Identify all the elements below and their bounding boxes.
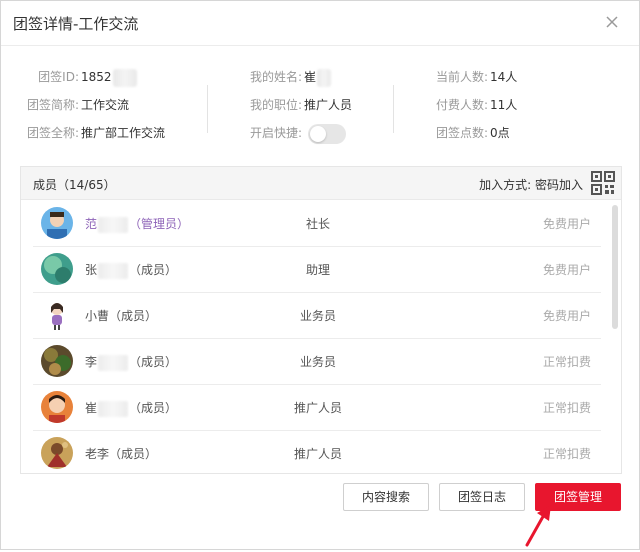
my-name-value: 崔 bbox=[304, 70, 317, 84]
redacted-blur bbox=[98, 216, 129, 233]
info-column-stats: 当前人数: 14人 付费人数: 11人 团签点数: 0点 bbox=[430, 63, 517, 147]
member-status: 免费用户 bbox=[542, 217, 591, 231]
member-name-prefix: 李 bbox=[85, 355, 98, 369]
content-search-button[interactable]: 内容搜索 bbox=[343, 483, 429, 511]
member-role: 社长 bbox=[305, 217, 330, 231]
member-row[interactable]: 范 （管理员） 社长 免费用户 bbox=[33, 200, 601, 247]
member-role: 推广人员 bbox=[293, 447, 342, 461]
redacted-blur bbox=[112, 68, 137, 87]
avatar bbox=[41, 437, 73, 469]
team-info: 团签ID: 1852 团签简称: 工作交流 团签全称: 推广部工作交流 我的姓名: 崔 … bbox=[1, 63, 639, 153]
team-short-name-value: 工作交流 bbox=[81, 98, 130, 112]
avatar bbox=[41, 207, 73, 239]
member-status: 正常扣费 bbox=[542, 355, 591, 369]
dialog-titlebar: 团签详情-工作交流 bbox=[1, 1, 639, 46]
team-points-value: 0点 bbox=[490, 126, 510, 140]
member-status: 正常扣费 bbox=[542, 401, 591, 415]
my-position-value: 推广人员 bbox=[304, 98, 353, 112]
close-icon[interactable] bbox=[603, 13, 621, 31]
info-column-team: 团签ID: 1852 团签简称: 工作交流 团签全称: 推广部工作交流 bbox=[1, 63, 165, 147]
member-row[interactable]: 李 （成员） 业务员 正常扣费 bbox=[33, 338, 601, 385]
member-status: 免费用户 bbox=[542, 309, 591, 323]
team-short-name-label: 团签简称: bbox=[26, 98, 79, 112]
member-role: 业务员 bbox=[299, 355, 336, 369]
toggle-knob bbox=[310, 125, 326, 142]
avatar bbox=[41, 253, 73, 285]
member-count: 成员（14/65） bbox=[33, 178, 116, 192]
member-status: 免费用户 bbox=[542, 263, 591, 277]
my-name-label: 我的姓名: bbox=[249, 70, 302, 84]
member-name: 老李（成员） bbox=[85, 445, 157, 462]
member-name-prefix: 小曹 bbox=[85, 309, 110, 323]
scrollbar[interactable] bbox=[612, 205, 618, 329]
join-method: 加入方式: 密码加入 bbox=[479, 178, 583, 192]
team-full-name-label: 团签全称: bbox=[26, 126, 79, 140]
member-tag: （管理员） bbox=[129, 217, 190, 231]
member-name-prefix: 张 bbox=[85, 263, 98, 277]
divider bbox=[393, 85, 394, 133]
member-row[interactable]: 张 （成员） 助理 免费用户 bbox=[33, 246, 601, 293]
members-panel: 成员（14/65） 加入方式: 密码加入 范 （管理员） 社长 免费用户 张 （… bbox=[20, 166, 622, 474]
member-name: 李 （成员） bbox=[85, 353, 177, 371]
member-tag: （成员） bbox=[109, 309, 158, 323]
member-row[interactable]: 小曹（成员） 业务员 免费用户 bbox=[33, 292, 601, 339]
divider bbox=[207, 85, 208, 133]
team-log-button[interactable]: 团签日志 bbox=[439, 483, 525, 511]
member-tag: （成员） bbox=[129, 263, 178, 277]
member-role: 助理 bbox=[305, 263, 330, 277]
redacted-blur bbox=[98, 354, 129, 371]
member-name: 崔 （成员） bbox=[85, 399, 177, 417]
member-name-prefix: 范 bbox=[85, 217, 98, 231]
member-status: 正常扣费 bbox=[542, 447, 591, 461]
team-full-name-value: 推广部工作交流 bbox=[81, 126, 166, 140]
member-tag: （成员） bbox=[129, 401, 178, 415]
team-id-value: 1852 bbox=[81, 70, 112, 84]
member-name-prefix: 崔 bbox=[85, 401, 98, 415]
current-count-value: 14人 bbox=[490, 70, 518, 84]
team-detail-dialog: 团签详情-工作交流 团签ID: 1852 团签简称: 工作交流 团签全称: 推广部工作… bbox=[0, 0, 640, 550]
team-id-label: 团签ID: bbox=[38, 70, 79, 84]
redacted-blur bbox=[98, 262, 129, 279]
avatar bbox=[41, 299, 73, 331]
avatar bbox=[41, 345, 73, 377]
red-arrow-icon bbox=[521, 501, 561, 549]
current-count-label: 当前人数: bbox=[435, 70, 488, 84]
member-tag: （成员） bbox=[129, 355, 178, 369]
member-row[interactable]: 老李（成员） 推广人员 正常扣费 bbox=[33, 430, 601, 473]
my-position-label: 我的职位: bbox=[249, 98, 302, 112]
members-header: 成员（14/65） 加入方式: 密码加入 bbox=[21, 167, 621, 200]
member-name: 张 （成员） bbox=[85, 261, 177, 279]
member-name: 范 （管理员） bbox=[85, 215, 189, 233]
info-column-me: 我的姓名: 崔 我的职位: 推广人员 开启快捷: bbox=[244, 63, 352, 147]
member-tag: （成员） bbox=[109, 447, 158, 461]
redacted-blur bbox=[317, 68, 332, 87]
dialog-title: 团签详情-工作交流 bbox=[13, 15, 139, 33]
quick-enable-toggle[interactable] bbox=[308, 123, 346, 144]
member-list: 范 （管理员） 社长 免费用户 张 （成员） 助理 免费用户 小曹（成员） 业务员 … bbox=[21, 200, 606, 473]
member-name-prefix: 老李 bbox=[85, 447, 110, 461]
paid-count-label: 付费人数: bbox=[435, 98, 488, 112]
avatar bbox=[41, 391, 73, 423]
qr-code-icon[interactable] bbox=[591, 171, 615, 195]
member-name: 小曹（成员） bbox=[85, 307, 157, 324]
member-row[interactable]: 崔 （成员） 推广人员 正常扣费 bbox=[33, 384, 601, 431]
redacted-blur bbox=[98, 400, 129, 417]
paid-count-value: 11人 bbox=[490, 98, 518, 112]
quick-enable-label: 开启快捷: bbox=[249, 126, 302, 140]
member-role: 推广人员 bbox=[293, 401, 342, 415]
member-role: 业务员 bbox=[299, 309, 336, 323]
team-points-label: 团签点数: bbox=[435, 126, 488, 140]
